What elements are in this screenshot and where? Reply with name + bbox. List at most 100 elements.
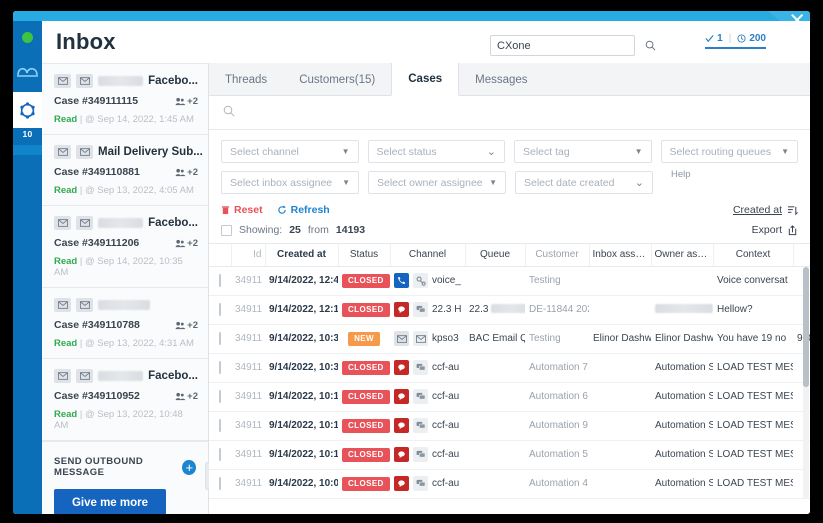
channel-name: kpso3 bbox=[432, 333, 459, 344]
export-label: Export bbox=[751, 224, 782, 236]
give-me-more-button[interactable]: Give me more bbox=[54, 489, 166, 514]
case-participants: +2 bbox=[175, 238, 198, 249]
row-checkbox[interactable] bbox=[219, 332, 221, 345]
case-list-item[interactable]: Facebo... Case #349111206 +2 Read | @ Sep 1… bbox=[42, 206, 208, 288]
cell-context: You have 19 no bbox=[713, 324, 793, 354]
cell-queue bbox=[465, 353, 525, 383]
waiting-count: 200 bbox=[749, 33, 766, 44]
cell-customer: Automation 7 bbox=[525, 353, 589, 383]
export-button[interactable]: Export bbox=[752, 224, 798, 236]
cell-context: LOAD TEST MES bbox=[713, 411, 793, 441]
row-checkbox-cell bbox=[209, 411, 231, 441]
case-list-item[interactable]: Facebo... Case #349110952 +2 Read | @ Sep 1… bbox=[42, 359, 208, 441]
column-header[interactable]: Inbox assign... bbox=[589, 244, 652, 267]
table-row[interactable]: 34911 9/14/2022, 10:3 CLOSED ccf-au Automati… bbox=[209, 353, 810, 383]
filter-select-inbox-assignee[interactable]: Select inbox assignee ▼ bbox=[221, 171, 359, 194]
messages-icon bbox=[413, 476, 428, 491]
filter-select-owner-assignee[interactable]: Select owner assignee ▼ bbox=[368, 171, 506, 194]
chat-bubble-icon bbox=[394, 389, 409, 404]
row-checkbox[interactable] bbox=[219, 477, 221, 490]
row-checkbox[interactable] bbox=[219, 274, 221, 287]
chevron-down-icon: ⌄ bbox=[634, 177, 644, 189]
filter-select-routing-queues[interactable]: Select routing queues ▼ bbox=[660, 140, 798, 163]
cell-created-at: 9/14/2022, 10:1 bbox=[265, 440, 338, 470]
refresh-button[interactable]: Refresh bbox=[277, 204, 330, 216]
row-checkbox[interactable] bbox=[219, 390, 221, 403]
row-checkbox[interactable] bbox=[219, 361, 221, 374]
case-participants: +2 bbox=[175, 96, 198, 107]
cases-search[interactable] bbox=[209, 96, 810, 130]
select-all-checkbox[interactable] bbox=[221, 224, 232, 236]
table-row[interactable]: 34911 9/14/2022, 10:1 CLOSED ccf-au Automati… bbox=[209, 440, 810, 470]
filter-select-date-created[interactable]: Select date created ⌄ bbox=[515, 171, 653, 194]
global-search[interactable] bbox=[490, 35, 656, 56]
plus-icon[interactable]: + bbox=[182, 459, 196, 475]
case-number: Case #349110952 bbox=[54, 390, 140, 402]
cases-search-input[interactable] bbox=[243, 106, 810, 119]
clock-icon bbox=[737, 34, 746, 43]
channel-name: ccf-au bbox=[432, 420, 460, 431]
tab-threads[interactable]: Threads bbox=[209, 63, 283, 96]
case-list-item[interactable]: Facebo... Case #349111115 +2 Read | @ Sep 1… bbox=[42, 64, 208, 135]
table-row[interactable]: 34911 9/14/2022, 10:1 CLOSED ccf-au Automati… bbox=[209, 411, 810, 441]
row-checkbox[interactable] bbox=[219, 448, 221, 461]
column-header[interactable]: Queue bbox=[465, 244, 526, 267]
reset-button[interactable]: Reset bbox=[221, 204, 263, 216]
case-participants: +2 bbox=[175, 320, 198, 331]
case-title: Facebo... bbox=[148, 217, 198, 229]
table-scrollbar-thumb[interactable] bbox=[803, 267, 809, 387]
caret-down-icon: ▼ bbox=[489, 178, 497, 187]
cell-context: Voice conversat bbox=[713, 266, 793, 296]
filter-row-secondary: Select inbox assignee ▼ Select owner assig… bbox=[221, 171, 798, 194]
table-row[interactable]: 349119/14/2022, 12:1 CLOSED 22.3 H22.3 LCD… bbox=[209, 295, 810, 325]
cell-queue bbox=[465, 411, 525, 441]
window-topbar bbox=[13, 11, 810, 21]
people-icon bbox=[175, 239, 186, 247]
cell-id: 34911 bbox=[231, 469, 265, 499]
column-header[interactable]: Context bbox=[713, 244, 794, 267]
cell-customer: Automation 6 bbox=[525, 382, 589, 412]
case-list-item[interactable]: Mail Delivery Sub... Case #349110881 +2 Rea… bbox=[42, 135, 208, 206]
send-outbound-message[interactable]: SEND OUTBOUND MESSAGE + bbox=[42, 441, 208, 486]
row-checkbox-cell bbox=[209, 440, 231, 470]
participants-count: +2 bbox=[187, 166, 198, 178]
column-header[interactable]: Id bbox=[231, 244, 266, 267]
help-link[interactable]: Help bbox=[671, 169, 691, 180]
row-checkbox[interactable] bbox=[219, 419, 221, 432]
cell-queue bbox=[465, 382, 525, 412]
table-row[interactable]: 349119/14/2022, 10:3 NEW kpso3 BAC Email Qu… bbox=[209, 324, 810, 354]
row-checkbox[interactable] bbox=[219, 303, 221, 316]
filter-select-channel[interactable]: Select channel ▼ bbox=[221, 140, 359, 163]
filter-label: Select routing queues bbox=[669, 145, 772, 158]
case-list-item[interactable]: Case #349110788 +2 Read | @ Sep 13, 2022, … bbox=[42, 288, 208, 359]
column-header[interactable]: Customer bbox=[525, 244, 590, 267]
table-row[interactable]: 34911 9/14/2022, 12:4 CLOSED voice_ Testing V… bbox=[209, 266, 810, 296]
header-counters[interactable]: 1 | 200 bbox=[705, 33, 766, 49]
filter-select-tag[interactable]: Select tag ▼ bbox=[514, 140, 652, 163]
column-header[interactable]: Channel bbox=[390, 244, 466, 267]
cell-context: Hellow? bbox=[713, 295, 793, 325]
cell-status: CLOSED bbox=[338, 266, 390, 296]
availability-indicator[interactable] bbox=[13, 21, 42, 54]
caret-down-icon: ▼ bbox=[781, 147, 789, 156]
filter-select-status[interactable]: Select status ⌄ bbox=[367, 140, 505, 163]
showing-total: 14193 bbox=[335, 224, 366, 236]
case-timestamp: | @ Sep 14, 2022, 1:45 AM bbox=[79, 114, 194, 125]
tab-customers[interactable]: Customers(15) bbox=[283, 63, 391, 96]
cell-channel: ccf-au bbox=[390, 382, 465, 412]
global-search-input[interactable] bbox=[491, 39, 645, 52]
chat-bubble-icon bbox=[394, 476, 409, 491]
column-header[interactable]: Status bbox=[338, 244, 391, 267]
redacted-value bbox=[655, 304, 713, 313]
column-header[interactable]: Owner assig... bbox=[651, 244, 714, 267]
tab-messages[interactable]: Messages bbox=[459, 63, 543, 96]
column-header[interactable]: Created at bbox=[265, 244, 339, 267]
tab-cases[interactable]: Cases bbox=[391, 63, 460, 96]
sort-control[interactable]: Created at bbox=[733, 204, 798, 216]
participants-count: +2 bbox=[187, 390, 198, 402]
table-row[interactable]: 34911 9/14/2022, 10:0 CLOSED ccf-au Automati… bbox=[209, 469, 810, 499]
cell-created-at: 9/14/2022, 10:3 bbox=[265, 353, 338, 383]
table-row[interactable]: 34911 9/14/2022, 10:1 CLOSED ccf-au Automati… bbox=[209, 382, 810, 412]
case-number: Case #349111115 bbox=[54, 95, 139, 107]
sidebar-item-settings[interactable] bbox=[13, 92, 42, 128]
